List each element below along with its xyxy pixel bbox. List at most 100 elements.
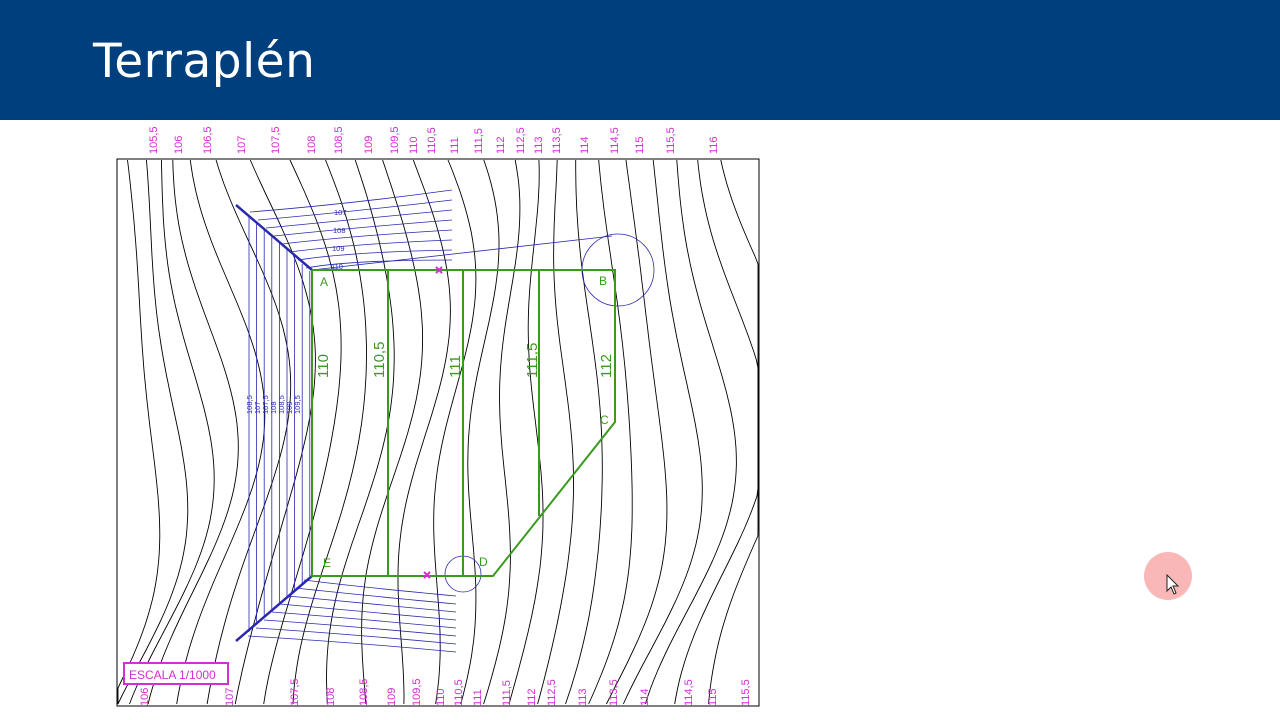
slope-label: 109,5 xyxy=(293,395,302,414)
contour-line xyxy=(622,159,703,705)
slope-line xyxy=(255,627,457,645)
bottom-contour-label: 106 xyxy=(139,688,151,706)
top-contour-label: 108,5 xyxy=(333,126,345,154)
slope-line xyxy=(265,209,453,229)
bottom-contour-label: 115 xyxy=(707,688,719,706)
top-contour-label: 114,5 xyxy=(609,127,621,154)
slope-label: 108 xyxy=(333,226,346,235)
bottom-contour-label: 110 xyxy=(435,688,447,706)
vertex-d: D xyxy=(479,555,488,569)
bottom-contour-label: 115,5 xyxy=(740,679,752,706)
vertex-labels: A B C D E xyxy=(320,274,609,570)
contour-line xyxy=(644,159,737,705)
vertex-a: A xyxy=(320,275,328,289)
top-contour-label: 116 xyxy=(708,136,720,154)
slide-title: Terraplén xyxy=(93,34,316,89)
contour-line xyxy=(117,159,189,705)
topographic-plan: 105,5 106 106,5 107 107,5 108 108,5 109 109,5 110… xyxy=(116,126,760,707)
scale-label: ESCALA 1/1000 xyxy=(129,668,216,682)
slope-label: 107 xyxy=(334,208,347,217)
contour-line xyxy=(117,159,161,704)
slope-line xyxy=(257,199,453,221)
top-contour-label: 110,5 xyxy=(426,127,438,154)
contour-line xyxy=(129,159,215,705)
top-contour-label: 110 xyxy=(408,136,420,154)
top-contour-label: 111,5 xyxy=(473,128,485,154)
slope-line xyxy=(295,587,457,605)
vertex-c: C xyxy=(600,413,609,427)
contour-line xyxy=(674,159,759,705)
top-contour-label: 113,5 xyxy=(551,127,563,154)
level-label-112: 112 xyxy=(598,354,615,378)
top-contour-label: 112,5 xyxy=(515,127,527,154)
contour-line xyxy=(537,159,574,705)
bottom-contour-label: 107 xyxy=(224,688,236,706)
slope-line xyxy=(271,611,457,629)
slope-line xyxy=(247,635,457,653)
top-contour-label: 114 xyxy=(579,136,591,154)
slope-line xyxy=(305,259,453,269)
bottom-contour-label: 112,5 xyxy=(546,679,558,706)
top-contour-label: 111 xyxy=(449,137,461,154)
bottom-contour-label: 109,5 xyxy=(411,678,423,706)
top-contour-label: 107,5 xyxy=(270,126,282,154)
level-label-110: 110 xyxy=(315,354,332,378)
bottom-contour-label: 108 xyxy=(325,688,337,706)
top-contour-label: 115 xyxy=(634,136,646,154)
contour-line xyxy=(508,159,544,705)
bottom-contour-label: 108,5 xyxy=(358,678,370,706)
bottom-contour-label: 111 xyxy=(472,689,484,706)
slope-line xyxy=(297,249,453,261)
slide-header: Terraplén xyxy=(0,0,1280,120)
bottom-contour-labels: 106 107 107,5 108 108,5 109 109,5 110 110,5 111 11… xyxy=(139,678,752,706)
top-contour-label: 109 xyxy=(363,136,375,154)
top-contour-label: 108 xyxy=(306,136,318,154)
slope-line xyxy=(273,219,453,237)
contour-line xyxy=(708,159,759,705)
top-contour-labels: 105,5 106 106,5 107 107,5 108 108,5 109 109,5 110… xyxy=(148,126,720,154)
contour-lines xyxy=(117,159,759,705)
bottom-contour-label: 114 xyxy=(639,688,651,706)
top-contour-label: 109,5 xyxy=(389,126,401,154)
bottom-contour-label: 107,5 xyxy=(289,678,301,706)
control-markers xyxy=(423,266,443,579)
contour-line xyxy=(588,159,633,705)
contour-line xyxy=(433,159,477,705)
top-contour-label: 106,5 xyxy=(202,126,214,154)
slope-labels-left: 108,5 107 107,5 108 108,5 109 109,5 xyxy=(245,395,302,414)
slope-line xyxy=(279,603,457,621)
top-contour-label: 113 xyxy=(533,136,545,154)
contour-line xyxy=(605,159,668,705)
vertex-b: B xyxy=(599,274,607,288)
bottom-contour-label: 113 xyxy=(577,688,589,706)
slope-guide-line xyxy=(311,235,613,271)
top-contour-label: 112 xyxy=(495,136,507,154)
level-label-111-5: 111,5 xyxy=(524,343,541,378)
top-contour-label: 105,5 xyxy=(148,126,160,154)
bottom-contour-label: 111,5 xyxy=(501,680,513,706)
top-contour-label: 115,5 xyxy=(665,127,677,154)
bottom-contour-label: 114,5 xyxy=(683,679,695,706)
slope-label: 109 xyxy=(332,244,345,253)
level-label-110-5: 110,5 xyxy=(371,342,388,378)
top-contour-label: 107 xyxy=(236,136,248,154)
slope-line xyxy=(281,229,453,245)
plan-frame xyxy=(116,158,760,707)
bottom-contour-label: 112 xyxy=(526,688,538,706)
slope-line xyxy=(249,189,453,213)
contour-line xyxy=(176,159,266,705)
slope-line xyxy=(263,619,457,637)
slope-labels-top: 107108109110 xyxy=(331,208,347,271)
contour-line xyxy=(460,159,500,705)
level-label-111: 111 xyxy=(447,355,464,378)
platform-level-labels: 110 110,5 111 111,5 112 xyxy=(315,342,615,378)
slope-line xyxy=(287,595,457,613)
vertex-e: E xyxy=(323,556,331,570)
platform-outline xyxy=(311,269,616,577)
bottom-contour-label: 113,5 xyxy=(608,679,620,706)
contour-line xyxy=(483,159,521,705)
top-contour-label: 106 xyxy=(173,136,185,154)
slope-line xyxy=(303,579,457,597)
bottom-contour-label: 109 xyxy=(386,688,398,706)
bottom-contour-label: 110,5 xyxy=(453,679,465,706)
